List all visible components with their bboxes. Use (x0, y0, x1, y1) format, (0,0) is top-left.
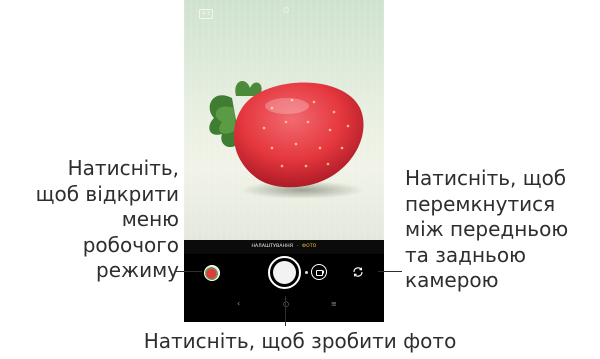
mode-separator: · (296, 244, 299, 249)
aspect-ratio-icon[interactable]: 4:3 (199, 9, 213, 19)
mode-indicator-dot (305, 271, 308, 274)
leader-line-right (378, 271, 402, 273)
shutter-button[interactable] (268, 256, 301, 289)
back-icon[interactable]: ‹ (237, 298, 240, 310)
aspect-ratio-text: 4:3 (201, 11, 211, 17)
recent-apps-icon[interactable]: ≡ (331, 298, 337, 310)
callout-take-photo: Натисніть, щоб зробити фото (143, 329, 457, 353)
viewfinder[interactable]: 4:3 ⏱ (184, 0, 384, 240)
video-button[interactable] (311, 264, 327, 280)
mode-settings[interactable]: НАЛАШТУВАННЯ (251, 244, 293, 249)
strawberry-image (209, 81, 364, 198)
leader-line-left (175, 271, 202, 273)
camera-screen: 4:3 ⏱ НАЛАШТУВАННЯ · ФОТО ‹ ○ ≡ (184, 0, 384, 322)
gallery-thumbnail[interactable] (204, 265, 220, 281)
callout-mode-menu: Натисніть, щоб відкрити меню робочого ре… (35, 156, 179, 282)
mode-bar: НАЛАШТУВАННЯ · ФОТО (184, 240, 384, 254)
switch-camera-icon[interactable] (352, 266, 364, 278)
mode-photo[interactable]: ФОТО (302, 244, 317, 249)
callout-switch-camera: Натисніть, щоб перемкнутися між передньо… (405, 166, 569, 292)
leader-line-bottom (284, 296, 286, 326)
timer-icon[interactable]: ⏱ (280, 6, 292, 18)
